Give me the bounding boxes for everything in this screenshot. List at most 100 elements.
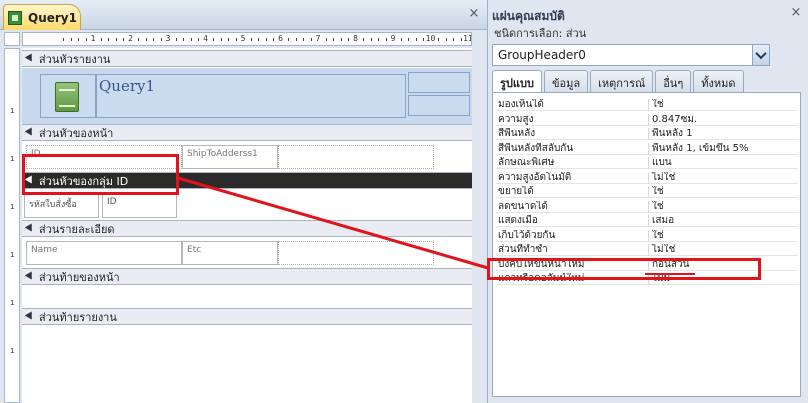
vertical-ruler-mark: 1 [10, 299, 15, 307]
property-value[interactable]: ไม่ใช่ [649, 244, 798, 256]
group-label-control[interactable]: รหัสใบสั่งซื้อ [24, 193, 99, 218]
report-footer-bar[interactable]: ส่วนท้ายรายงาน [22, 308, 472, 325]
vertical-ruler: 1 1 1 1 1 1 [4, 48, 20, 403]
property-value[interactable]: ไม่ใช่ [649, 172, 798, 184]
ruler-mark: 8 [353, 34, 358, 43]
property-row[interactable]: เก็บไว้ด้วยกัน ใช่ [496, 229, 798, 242]
design-canvas: ส่วนหัวรายงาน Query1 ส่วนหัวของหน้า ID S… [22, 48, 472, 403]
property-value[interactable]: แบน [649, 157, 798, 169]
ruler-mark: 4 [203, 34, 208, 43]
ruler-tick [100, 38, 102, 41]
ruler-tick [363, 38, 364, 41]
property-value[interactable]: ใช่ [649, 99, 798, 111]
report-header-section[interactable]: Query1 [22, 68, 472, 124]
tab-event[interactable]: เหตุการณ์ [590, 70, 654, 92]
property-value[interactable]: พื้นหลัง 1, เข้มขึ้น 5% [649, 143, 798, 155]
property-name: เก็บไว้ด้วยกัน [496, 229, 649, 242]
detail-etc-control[interactable]: Etc [182, 241, 278, 265]
tab-format[interactable]: รูปแบบ [492, 70, 542, 94]
tab-data[interactable]: ข้อมูล [543, 70, 589, 92]
close-property-sheet-icon[interactable]: × [788, 5, 804, 21]
ruler-tick [460, 38, 462, 41]
property-value[interactable]: ใช่ [649, 186, 798, 198]
property-row[interactable]: ความสูงอัตโนมัติ ไม่ใช่ [496, 171, 798, 184]
property-name: สีพื้นหลัง [496, 128, 649, 140]
property-row[interactable]: แสดงเมื่อ เสมอ [496, 215, 798, 227]
report-title-box[interactable]: Query1 [96, 74, 406, 118]
page-header-spacer[interactable] [278, 145, 434, 169]
property-row[interactable]: สีพื้นหลังที่สลับกัน พื้นหลัง 1, เข้มขึ้น… [496, 142, 798, 155]
report-designer: Query1 × 123456789101112 111111 ส่วนหัวร… [0, 0, 487, 403]
ruler-tick [370, 38, 372, 41]
ruler-tick [183, 38, 184, 41]
page-footer-bar[interactable]: ส่วนท้ายของหน้า [22, 268, 472, 285]
vertical-ruler-mark: 1 [10, 203, 15, 211]
property-row[interactable]: มองเห็นได้ ใช่ [496, 99, 798, 111]
property-value[interactable]: ใช่ [649, 201, 798, 213]
ruler-corner[interactable] [4, 32, 20, 46]
property-row[interactable]: ลดขนาดได้ ใช่ [496, 200, 798, 213]
tab-other[interactable]: อื่นๆ [655, 70, 692, 92]
ruler-tick [438, 38, 439, 41]
group-id-control[interactable]: ID [102, 193, 177, 218]
object-selector-combo[interactable]: GroupHeader0 [492, 44, 758, 66]
report-footer-label: ส่วนท้ายรายงาน [39, 310, 117, 324]
property-value[interactable]: พื้นหลัง 1 [649, 128, 798, 140]
ruler-tick [108, 38, 109, 41]
close-document-icon[interactable]: × [467, 7, 481, 21]
ruler-tick [220, 38, 222, 41]
ruler-mark: 9 [390, 34, 396, 43]
detail-section[interactable]: Name Etc [22, 238, 472, 268]
header-time-box[interactable] [408, 95, 470, 116]
document-tab[interactable]: Query1 [3, 4, 81, 30]
property-sheet: แผ่นคุณสมบัติ × ชนิดการเลือก: ส่วน Group… [487, 0, 808, 403]
property-value[interactable]: 0.847ซม. [649, 114, 798, 126]
ruler-tick [160, 38, 162, 41]
section-arrow-icon [24, 271, 36, 282]
property-tabs: รูปแบบ ข้อมูล เหตุการณ์ อื่นๆ ทั้งหมด [492, 70, 744, 94]
page-header-bar[interactable]: ส่วนหัวของหน้า [22, 124, 472, 141]
section-arrow-icon [24, 127, 36, 138]
ruler-tick [348, 38, 349, 41]
page-header-ship-label[interactable]: ShipToAdderss1 [182, 145, 278, 169]
ruler-tick [63, 38, 64, 41]
property-row[interactable]: ส่วนที่ทำซ้ำ ไม่ใช่ [496, 244, 798, 256]
property-value[interactable]: ใช่ [649, 230, 798, 242]
report-footer-section[interactable] [22, 326, 472, 350]
ruler-tick [325, 38, 327, 41]
ruler-tick [340, 38, 342, 41]
vertical-ruler-mark: 1 [10, 347, 15, 355]
page-footer-label: ส่วนท้ายของหน้า [39, 270, 120, 284]
detail-name-control[interactable]: Name [26, 241, 182, 265]
ruler-tick [85, 38, 87, 41]
property-row[interactable]: ลักษณะพิเศษ แบน [496, 157, 798, 169]
property-name: ความสูง [496, 113, 649, 126]
page-header-label: ส่วนหัวของหน้า [39, 126, 114, 140]
ruler-mark: 2 [128, 34, 133, 43]
tab-all[interactable]: ทั้งหมด [693, 70, 744, 92]
property-value[interactable]: เสมอ [649, 215, 798, 227]
chevron-down-icon[interactable] [752, 44, 770, 66]
report-header-bar[interactable]: ส่วนหัวรายงาน [22, 50, 472, 67]
ruler-mark: 5 [240, 34, 246, 43]
selection-type-label: ชนิดการเลือก: [494, 27, 563, 40]
property-name: มองเห็นได้ [496, 99, 649, 111]
ruler-tick [258, 38, 259, 41]
ruler-tick [408, 38, 409, 41]
property-grid: มองเห็นได้ ใช่ ความสูง 0.847ซม. สีพื้นหลัง พื… [492, 92, 801, 397]
property-name: ลดขนาดได้ [496, 200, 649, 213]
report-logo[interactable] [40, 74, 96, 118]
detail-bar[interactable]: ส่วนรายละเอียด [22, 220, 472, 237]
header-date-box[interactable] [408, 72, 470, 93]
page-footer-section[interactable] [22, 286, 472, 308]
detail-spacer[interactable] [278, 241, 434, 265]
ruler-tick [400, 38, 402, 41]
ruler-tick [78, 38, 79, 41]
property-row[interactable]: ขยายได้ ใช่ [496, 186, 798, 198]
ruler-tick [273, 38, 274, 41]
property-row[interactable]: สีพื้นหลัง พื้นหลัง 1 [496, 128, 798, 140]
property-row[interactable]: ความสูง 0.847ซม. [496, 113, 798, 126]
ruler-tick [123, 38, 124, 41]
ruler-tick [235, 38, 237, 41]
selection-type-row: ชนิดการเลือก: ส่วน [494, 24, 586, 42]
